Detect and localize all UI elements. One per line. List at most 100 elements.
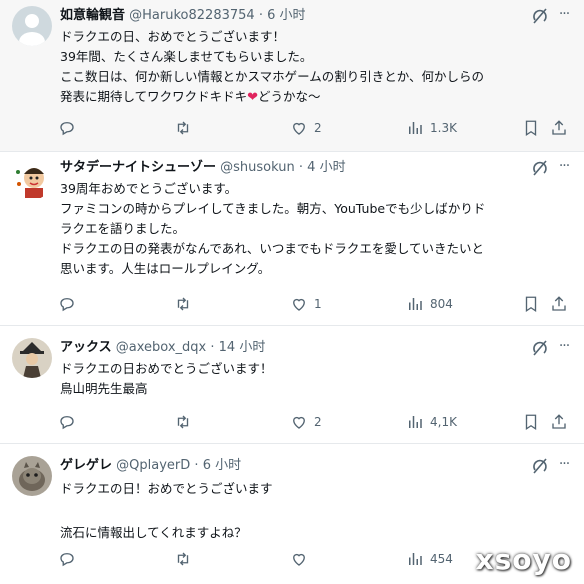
avatar[interactable]: [12, 456, 52, 496]
like-count: 1: [314, 297, 322, 311]
tweet-text: 39周年おめでとうございます。 ファミコンの時からプレイしてきました。朝方、Yo…: [60, 179, 574, 279]
views-icon: [409, 298, 422, 310]
bookmark-icon: [525, 414, 537, 431]
views-icon: [409, 122, 422, 134]
share-icon: [552, 296, 566, 311]
author-handle[interactable]: @shusokun: [220, 160, 295, 175]
tweet-text: ドラクエの日！おめでとうございます 流石に情報出してくれますよね？: [60, 477, 574, 545]
retweet-button[interactable]: [174, 117, 198, 139]
tweet-line: ドラクエの日！おめでとうございます: [60, 481, 273, 496]
retweet-icon: [177, 121, 189, 135]
more-icon[interactable]: ···: [554, 337, 574, 357]
tweet[interactable]: 如意輪観音 @Haruko82283754 · 6 小时 ··· ドラクエの日、…: [0, 0, 584, 152]
bookmark-button[interactable]: [522, 293, 540, 315]
reply-icon: [60, 122, 74, 136]
more-icon[interactable]: ···: [554, 157, 574, 177]
bookmark-icon: [525, 120, 537, 137]
views-button[interactable]: 4,1K: [406, 411, 457, 433]
views-button[interactable]: 454: [406, 548, 453, 570]
retweet-button[interactable]: [174, 411, 198, 433]
timestamp[interactable]: 4 小时: [307, 160, 345, 175]
timestamp[interactable]: 14 小时: [219, 340, 266, 355]
tweet-line: ドラクエの日おめでとうございます！: [60, 361, 273, 376]
like-icon: [293, 122, 305, 135]
watermark: xsoyo: [475, 543, 572, 576]
like-button[interactable]: 1: [290, 293, 322, 315]
bookmark-button[interactable]: [522, 411, 540, 433]
author-name[interactable]: 如意輪観音: [60, 8, 125, 23]
avatar[interactable]: [12, 160, 52, 200]
retweet-icon: [177, 297, 189, 311]
author-handle[interactable]: @QplayerD: [116, 458, 190, 473]
tweet-header: サタデーナイトシューゾー @shusokun · 4 小时: [60, 158, 544, 178]
author-name[interactable]: サタデーナイトシューゾー: [60, 160, 216, 175]
views-icon: [409, 553, 422, 565]
reply-icon: [60, 416, 74, 430]
like-button[interactable]: [290, 548, 314, 570]
more-icon[interactable]: ···: [554, 5, 574, 25]
bookmark-button[interactable]: [522, 117, 540, 139]
tweet[interactable]: アックス @axebox_dqx · 14 小时 ··· ドラクエの日おめでとう…: [0, 326, 584, 444]
tweet-line: ファミコンの時からプレイしてきました。朝方、YouTubeでも少しばかりド: [60, 201, 486, 216]
grok-icon[interactable]: [530, 158, 550, 178]
like-icon: [293, 416, 305, 429]
tweet-header: 如意輪観音 @Haruko82283754 · 6 小时: [60, 6, 544, 26]
separator-dot: ·: [298, 160, 304, 175]
views-icon: [409, 416, 422, 428]
reply-icon: [60, 298, 74, 312]
share-icon: [552, 414, 566, 429]
like-count: 2: [314, 415, 322, 429]
reply-button[interactable]: [58, 117, 82, 139]
grok-icon[interactable]: [530, 6, 550, 26]
action-bar: 1 804: [56, 293, 574, 315]
retweet-button[interactable]: [174, 548, 198, 570]
author-name[interactable]: アックス: [60, 340, 112, 355]
reply-icon: [60, 553, 74, 567]
retweet-button[interactable]: [174, 293, 198, 315]
tweet-line: 39周年おめでとうございます。: [60, 181, 238, 196]
tweet-header: アックス @axebox_dqx · 14 小时: [60, 338, 544, 358]
tweet-line-tail: どうかな〜: [258, 89, 321, 104]
author-handle[interactable]: @Haruko82283754: [129, 8, 255, 23]
tweet[interactable]: サタデーナイトシューゾー @shusokun · 4 小时 ··· 39周年おめ…: [0, 152, 584, 326]
author-handle[interactable]: @axebox_dqx: [116, 340, 206, 355]
view-count: 804: [430, 297, 453, 311]
heart-emoji-icon: ❤: [247, 90, 259, 105]
tweet-line: 思います。人生はロールプレイング。: [60, 261, 271, 276]
tweet-line: 39年間、たくさん楽しませてもらいました。: [60, 49, 313, 64]
views-button[interactable]: 804: [406, 293, 453, 315]
grok-icon[interactable]: [530, 338, 550, 358]
tweet-line: 鳥山明先生最高: [60, 381, 148, 396]
separator-dot: ·: [258, 8, 263, 23]
action-bar: 2 4,1K: [56, 411, 574, 433]
reply-button[interactable]: [58, 293, 82, 315]
share-button[interactable]: [550, 117, 568, 139]
tweet-line: ラクエを語りました。: [60, 221, 186, 236]
tweet-blank-line: [60, 501, 574, 521]
reply-button[interactable]: [58, 411, 82, 433]
timestamp[interactable]: 6 小时: [267, 8, 305, 23]
tweet-text: ドラクエの日、おめでとうございます！ 39年間、たくさん楽しませてもらいました。…: [60, 27, 574, 108]
tweet-line: 流石に情報出してくれますよね？: [60, 525, 247, 540]
like-button[interactable]: 2: [290, 117, 322, 139]
share-button[interactable]: [550, 411, 568, 433]
grok-icon[interactable]: [530, 456, 550, 476]
view-count: 4,1K: [430, 415, 457, 429]
share-button[interactable]: [550, 293, 568, 315]
tweet-text: ドラクエの日おめでとうございます！ 鳥山明先生最高: [60, 359, 574, 399]
separator-dot: ·: [210, 340, 215, 355]
view-count: 454: [430, 552, 453, 566]
author-name[interactable]: ゲレゲレ: [60, 458, 112, 473]
more-icon[interactable]: ···: [554, 455, 574, 475]
tweet-line-text: 発表に期待してワクワクドキドキ: [60, 89, 248, 104]
reply-button[interactable]: [58, 548, 82, 570]
bookmark-icon: [525, 296, 537, 313]
tweet-line: ドラクエの日の発表がなんであれ、いつまでもドラクエを愛していきたいと: [60, 241, 485, 256]
avatar[interactable]: [12, 338, 52, 378]
avatar[interactable]: [12, 6, 52, 46]
tweet-header: ゲレゲレ @QplayerD · 6 小时: [60, 456, 544, 476]
views-button[interactable]: 1.3K: [406, 117, 457, 139]
timestamp[interactable]: 6 小时: [203, 458, 241, 473]
tweet-line: ここ数日は、何か新しい情報とかスマホゲームの割り引きとか、何かしらの: [60, 69, 485, 84]
like-button[interactable]: 2: [290, 411, 322, 433]
